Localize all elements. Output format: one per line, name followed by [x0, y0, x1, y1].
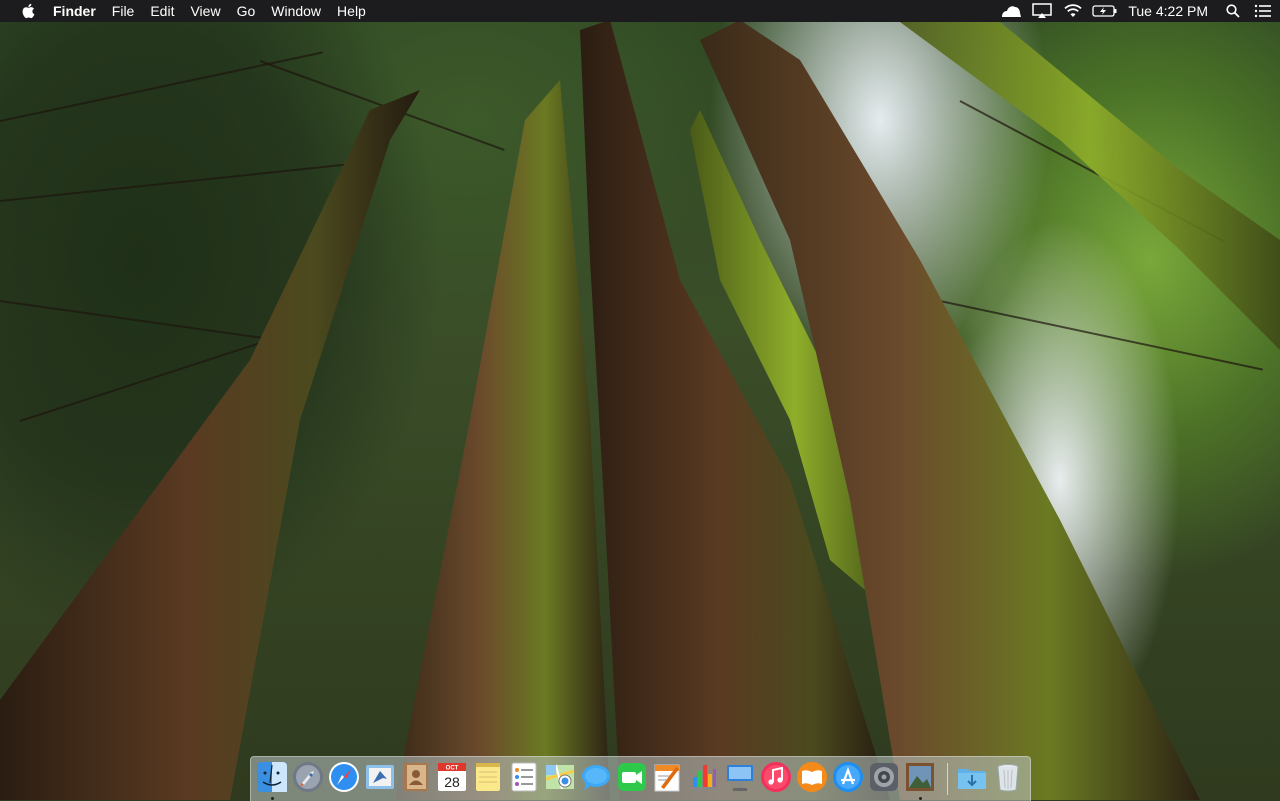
- dock-numbers-icon[interactable]: [688, 761, 720, 793]
- menu-bar-clock[interactable]: Tue 4:22 PM: [1122, 0, 1220, 22]
- apple-menu-icon[interactable]: [20, 2, 36, 20]
- dock-preview-icon[interactable]: [904, 761, 936, 800]
- notification-center-icon[interactable]: [1246, 0, 1280, 22]
- dock-trash-icon[interactable]: [992, 761, 1024, 793]
- dock-mail-icon[interactable]: [364, 761, 396, 793]
- app-menu-finder[interactable]: Finder: [45, 0, 104, 22]
- dock-system-preferences-icon[interactable]: [868, 761, 900, 793]
- calendar-month: OCT: [446, 766, 459, 772]
- menu-help[interactable]: Help: [329, 0, 374, 22]
- notification-cloud-icon[interactable]: [996, 0, 1026, 22]
- menu-view[interactable]: View: [182, 0, 228, 22]
- dock-pages-icon[interactable]: [652, 761, 684, 793]
- dock-safari-icon[interactable]: [328, 761, 360, 793]
- dock-launchpad-icon[interactable]: [292, 761, 324, 793]
- menu-bar-left: Finder File Edit View Go Window Help: [0, 0, 374, 22]
- wifi-icon[interactable]: [1058, 0, 1088, 22]
- calendar-day: 28: [444, 774, 460, 790]
- menu-edit[interactable]: Edit: [142, 0, 182, 22]
- dock-finder-icon[interactable]: [256, 761, 288, 800]
- menu-bar-status-area: Tue 4:22 PM: [996, 0, 1280, 22]
- dock-facetime-icon[interactable]: [616, 761, 648, 793]
- dock-messages-icon[interactable]: [580, 761, 612, 793]
- airplay-icon[interactable]: [1026, 0, 1058, 22]
- desktop-wallpaper: [0, 0, 1280, 800]
- dock-notes-icon[interactable]: [472, 761, 504, 793]
- dock-contacts-icon[interactable]: [400, 761, 432, 793]
- dock-app-store-icon[interactable]: [832, 761, 864, 793]
- dock-reminders-icon[interactable]: [508, 761, 540, 793]
- battery-charging-icon[interactable]: [1088, 0, 1122, 22]
- dock-separator: [947, 763, 948, 795]
- dock-calendar-icon[interactable]: OCT 28: [436, 761, 468, 793]
- dock-itunes-icon[interactable]: [760, 761, 792, 793]
- menu-window[interactable]: Window: [263, 0, 329, 22]
- dock-maps-icon[interactable]: [544, 761, 576, 793]
- tree-trunks: [0, 20, 1280, 800]
- dock: OCT 28: [250, 756, 1031, 801]
- spotlight-search-icon[interactable]: [1220, 0, 1246, 22]
- dock-downloads-folder-icon[interactable]: [956, 761, 988, 793]
- dock-ibooks-icon[interactable]: [796, 761, 828, 793]
- menu-go[interactable]: Go: [229, 0, 264, 22]
- menu-file[interactable]: File: [104, 0, 143, 22]
- dock-keynote-icon[interactable]: [724, 761, 756, 793]
- menu-bar: Finder File Edit View Go Window Help Tue…: [0, 0, 1280, 22]
